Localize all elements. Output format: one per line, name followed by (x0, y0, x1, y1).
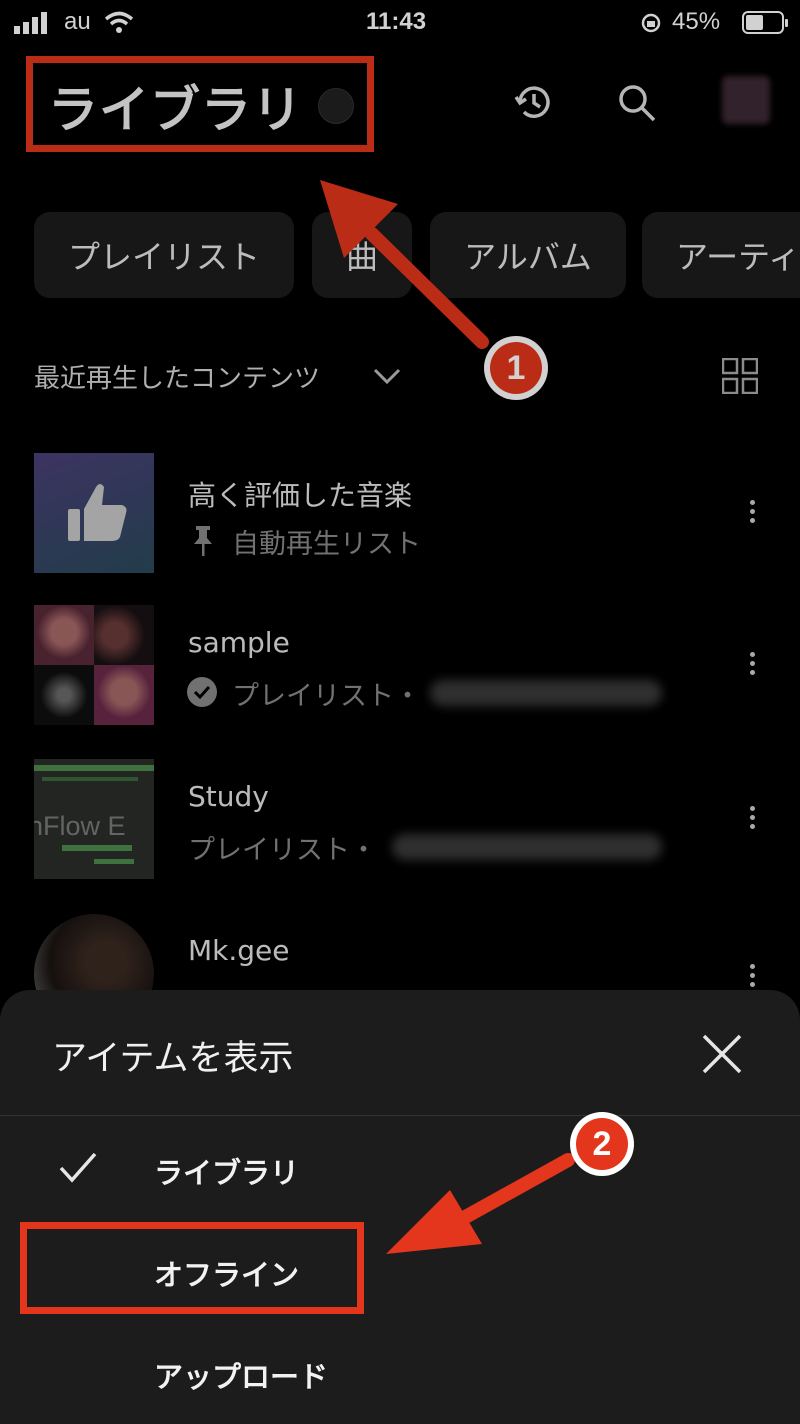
divider (0, 1115, 800, 1116)
annotation-box-2 (20, 1222, 364, 1314)
option-uploads[interactable]: アップロード (154, 1354, 328, 1396)
annotation-arrow-2 (386, 1153, 575, 1254)
option-library[interactable]: ライブラリ (154, 1150, 299, 1192)
sheet-title: アイテムを表示 (52, 1039, 294, 1079)
annotation-badge-2: 2 (570, 1112, 634, 1176)
checkmark-icon (59, 1152, 97, 1183)
close-icon[interactable] (700, 1032, 744, 1076)
